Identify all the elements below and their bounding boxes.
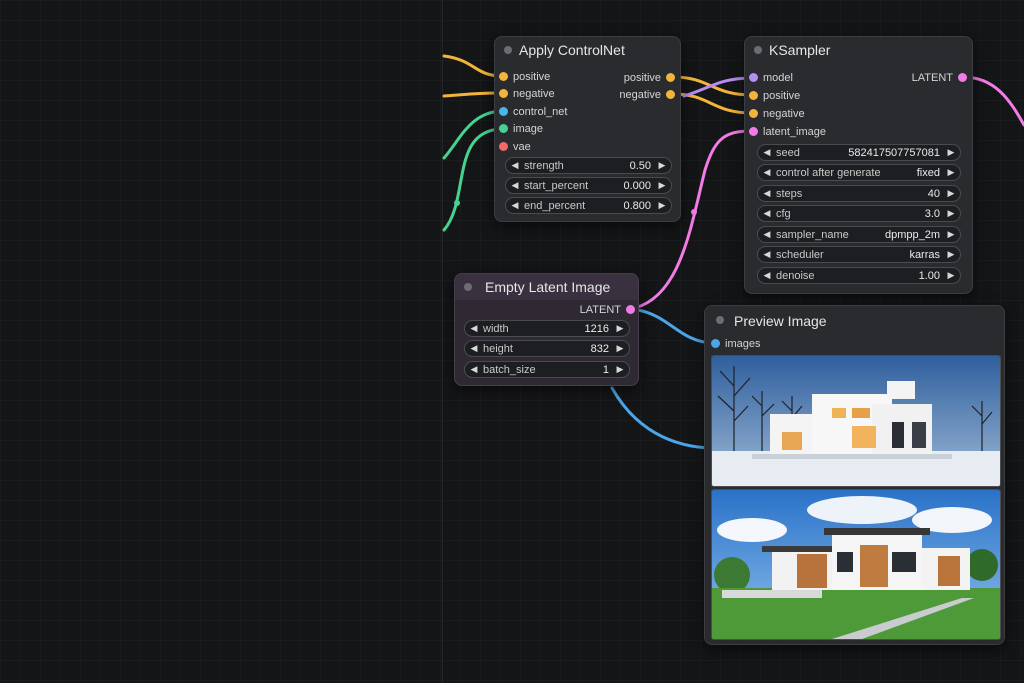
output-negative[interactable]: negative (595, 88, 675, 102)
slot-dot-icon[interactable] (749, 73, 758, 82)
apply-controlnet-node[interactable]: Apply ControlNet positive negative contr… (494, 36, 681, 222)
increment-arrow-icon[interactable]: ▶ (613, 321, 627, 336)
node-title-bar[interactable]: Empty Latent Image (455, 274, 638, 300)
widget-end-percent[interactable]: ◀ end_percent 0.800 ▶ (505, 197, 672, 214)
slot-dot-icon[interactable] (749, 127, 758, 136)
ksampler-node[interactable]: KSampler model positive negative latent_… (744, 36, 973, 294)
empty-latent-image-node[interactable]: Empty Latent Image LATENT ◀ width 1216 ▶… (454, 273, 639, 386)
preview-image-snowy-house[interactable] (711, 355, 1001, 487)
slot-dot-icon[interactable] (499, 107, 508, 116)
decrement-arrow-icon[interactable]: ◀ (508, 178, 522, 193)
collapse-dot-icon[interactable] (464, 283, 472, 291)
increment-arrow-icon[interactable]: ▶ (944, 227, 958, 242)
slot-dot-icon[interactable] (749, 91, 758, 100)
node-title-bar[interactable]: KSampler (745, 37, 972, 63)
decrement-arrow-icon[interactable]: ◀ (467, 321, 481, 336)
slot-dot-icon[interactable] (666, 90, 675, 99)
widget-control-after-generate[interactable]: ◀ control after generate fixed ▶ (757, 164, 961, 181)
increment-arrow-icon[interactable]: ▶ (655, 198, 669, 213)
widget-batch-size[interactable]: ◀ batch_size 1 ▶ (464, 361, 630, 378)
node-title-bar[interactable]: Preview Image (705, 306, 1004, 336)
slot-dot-icon[interactable] (499, 124, 508, 133)
node-title: KSampler (769, 42, 831, 58)
widget-cfg[interactable]: ◀ cfg 3.0 ▶ (757, 205, 961, 222)
increment-arrow-icon[interactable]: ▶ (944, 145, 958, 160)
increment-arrow-icon[interactable]: ▶ (944, 268, 958, 283)
node-title-bar[interactable]: Apply ControlNet (495, 37, 680, 63)
slot-dot-icon[interactable] (958, 73, 967, 82)
widget-sampler-name[interactable]: ◀ sampler_name dpmpp_2m ▶ (757, 226, 961, 243)
increment-arrow-icon[interactable]: ▶ (944, 165, 958, 180)
node-title: Apply ControlNet (519, 42, 625, 58)
reroute-dot[interactable] (454, 200, 460, 206)
decrement-arrow-icon[interactable]: ◀ (760, 247, 774, 262)
output-latent[interactable]: LATENT (555, 303, 635, 317)
slot-dot-icon[interactable] (711, 339, 720, 348)
decrement-arrow-icon[interactable]: ◀ (760, 268, 774, 283)
decrement-arrow-icon[interactable]: ◀ (467, 341, 481, 356)
decrement-arrow-icon[interactable]: ◀ (760, 145, 774, 160)
slot-dot-icon[interactable] (626, 305, 635, 314)
collapse-dot-icon[interactable] (716, 316, 724, 324)
slot-dot-icon[interactable] (666, 73, 675, 82)
slot-dot-icon[interactable] (499, 72, 508, 81)
increment-arrow-icon[interactable]: ▶ (613, 341, 627, 356)
widget-width[interactable]: ◀ width 1216 ▶ (464, 320, 630, 337)
preview-image-summer-house[interactable] (711, 489, 1001, 640)
decrement-arrow-icon[interactable]: ◀ (508, 158, 522, 173)
node-title: Empty Latent Image (485, 279, 611, 295)
widget-start-percent[interactable]: ◀ start_percent 0.000 ▶ (505, 177, 672, 194)
widget-seed[interactable]: ◀ seed 582417507757081 ▶ (757, 144, 961, 161)
decrement-arrow-icon[interactable]: ◀ (508, 198, 522, 213)
widget-denoise[interactable]: ◀ denoise 1.00 ▶ (757, 267, 961, 284)
output-positive[interactable]: positive (595, 71, 675, 85)
output-latent[interactable]: LATENT (887, 71, 967, 85)
node-title: Preview Image (734, 313, 827, 329)
increment-arrow-icon[interactable]: ▶ (944, 206, 958, 221)
decrement-arrow-icon[interactable]: ◀ (467, 362, 481, 377)
collapse-dot-icon[interactable] (754, 46, 762, 54)
increment-arrow-icon[interactable]: ▶ (944, 247, 958, 262)
decrement-arrow-icon[interactable]: ◀ (760, 227, 774, 242)
widget-strength[interactable]: ◀ strength 0.50 ▶ (505, 157, 672, 174)
preview-image-node[interactable]: Preview Image images (704, 305, 1005, 645)
wire-images-to-preview[interactable] (636, 308, 715, 345)
increment-arrow-icon[interactable]: ▶ (944, 186, 958, 201)
wire-images-lower[interactable] (610, 386, 710, 450)
increment-arrow-icon[interactable]: ▶ (655, 158, 669, 173)
decrement-arrow-icon[interactable]: ◀ (760, 206, 774, 221)
decrement-arrow-icon[interactable]: ◀ (760, 186, 774, 201)
slot-dot-icon[interactable] (499, 142, 508, 151)
widget-steps[interactable]: ◀ steps 40 ▶ (757, 185, 961, 202)
slot-dot-icon[interactable] (499, 89, 508, 98)
increment-arrow-icon[interactable]: ▶ (613, 362, 627, 377)
slot-dot-icon[interactable] (749, 109, 758, 118)
reroute-dot[interactable] (691, 209, 697, 215)
increment-arrow-icon[interactable]: ▶ (655, 178, 669, 193)
decrement-arrow-icon[interactable]: ◀ (760, 165, 774, 180)
collapse-dot-icon[interactable] (504, 46, 512, 54)
widget-height[interactable]: ◀ height 832 ▶ (464, 340, 630, 357)
widget-scheduler[interactable]: ◀ scheduler karras ▶ (757, 246, 961, 263)
